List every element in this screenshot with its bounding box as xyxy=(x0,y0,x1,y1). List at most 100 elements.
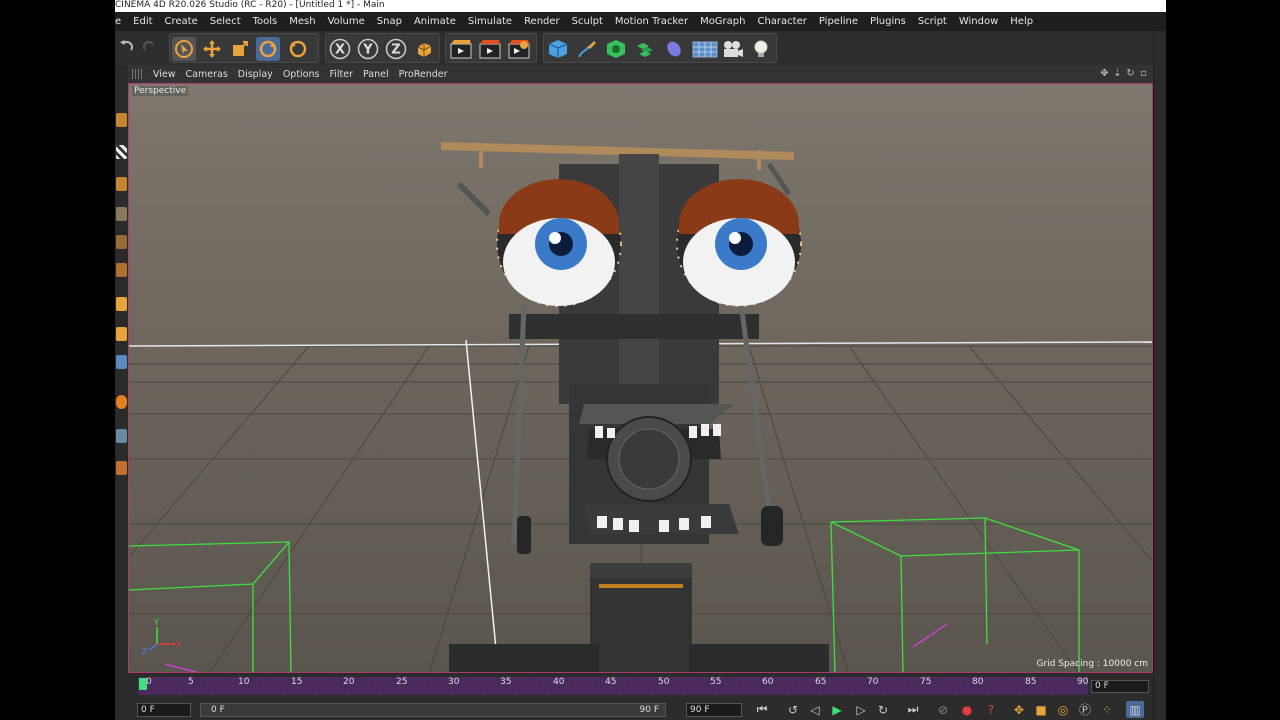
menu-item-file[interactable]: e xyxy=(115,12,127,31)
viewport-menu-panel[interactable]: Panel xyxy=(358,69,394,80)
axis-y-icon[interactable]: Y xyxy=(356,37,380,61)
menu-item-edit[interactable]: Edit xyxy=(127,12,158,31)
palette-icon-tweak[interactable] xyxy=(116,327,127,341)
render-view-icon[interactable] xyxy=(449,37,473,61)
subdivision-icon[interactable] xyxy=(604,37,628,61)
menu-item-sculpt[interactable]: Sculpt xyxy=(566,12,609,31)
palette-icon-texture[interactable] xyxy=(116,145,127,159)
redo-icon[interactable] xyxy=(137,34,161,58)
next-key-icon[interactable]: ↻ xyxy=(874,701,892,718)
menu-item-animate[interactable]: Animate xyxy=(408,12,462,31)
undo-icon[interactable] xyxy=(115,34,139,58)
timeline-tick-55: 55 xyxy=(710,677,722,687)
palette-icon-points[interactable] xyxy=(116,207,127,221)
menu-item-volume[interactable]: Volume xyxy=(322,12,371,31)
camera-icon[interactable] xyxy=(721,37,745,61)
palette-icon-snap[interactable] xyxy=(116,355,127,369)
menu-item-script[interactable]: Script xyxy=(912,12,953,31)
record-keys-icon[interactable]: ● xyxy=(958,701,976,718)
cube-icon[interactable] xyxy=(546,37,570,61)
timeline-layout-icon[interactable]: ▥ xyxy=(1126,701,1144,718)
next-frame-icon[interactable]: ▷ xyxy=(852,701,870,718)
palette-icon-axis[interactable] xyxy=(116,297,127,311)
viewport-menu-cameras[interactable]: Cameras xyxy=(181,69,233,80)
menu-item-window[interactable]: Window xyxy=(953,12,1004,31)
scale-icon[interactable] xyxy=(228,37,252,61)
palette-icon-planar[interactable] xyxy=(116,461,127,475)
frame-range-slider[interactable]: 0 F 90 F xyxy=(200,703,666,717)
left-tool-palette xyxy=(115,65,128,720)
play-icon[interactable]: ▶ xyxy=(828,701,846,718)
axis-x-icon[interactable]: X xyxy=(328,37,352,61)
viewport-menu-prorender[interactable]: ProRender xyxy=(394,69,453,80)
motion-record-icon[interactable]: ⊘ xyxy=(934,701,952,718)
viewport-zoom-icon[interactable]: ⇣ xyxy=(1112,68,1123,79)
key-parameter-icon[interactable]: Ⓟ xyxy=(1076,701,1094,718)
menu-item-render[interactable]: Render xyxy=(518,12,566,31)
viewport-menu-filter[interactable]: Filter xyxy=(324,69,358,80)
viewport-move-icon[interactable]: ✥ xyxy=(1099,68,1110,79)
rotate-alt-icon[interactable] xyxy=(286,37,310,61)
key-rotation-icon[interactable]: ◎ xyxy=(1054,701,1072,718)
palette-icon-solo[interactable] xyxy=(116,395,127,409)
viewport-maximize-icon[interactable]: ▫ xyxy=(1138,68,1149,79)
menu-item-mesh[interactable]: Mesh xyxy=(283,12,321,31)
menu-item-snap[interactable]: Snap xyxy=(371,12,408,31)
tool-group-axis: X Y Z xyxy=(325,33,440,63)
go-to-start-icon[interactable]: ⏮ xyxy=(753,701,771,718)
viewport-menu-view[interactable]: View xyxy=(148,69,181,80)
coordinate-system-icon[interactable] xyxy=(412,37,436,61)
palette-icon-workplane[interactable] xyxy=(116,177,127,191)
array-icon[interactable] xyxy=(633,37,657,61)
menu-item-tools[interactable]: Tools xyxy=(247,12,284,31)
viewport-rotate-icon[interactable]: ↻ xyxy=(1125,68,1136,79)
select-arrow-icon[interactable] xyxy=(172,37,196,61)
start-frame-field[interactable]: 0 F xyxy=(137,703,191,717)
menu-item-simulate[interactable]: Simulate xyxy=(462,12,518,31)
deformer-icon[interactable] xyxy=(662,37,686,61)
menu-item-select[interactable]: Select xyxy=(204,12,247,31)
green-bounding-box-right xyxy=(830,517,1080,672)
current-frame-field[interactable]: 0 F xyxy=(1091,680,1149,693)
menu-item-pipeline[interactable]: Pipeline xyxy=(813,12,864,31)
render-picture-queue-icon[interactable] xyxy=(478,37,502,61)
menu-item-character[interactable]: Character xyxy=(751,12,812,31)
move-icon[interactable] xyxy=(200,37,224,61)
timeline[interactable]: 0 5 10 15 20 25 30 35 40 45 50 55 60 65 … xyxy=(128,674,1153,698)
key-pla-icon[interactable]: ⁘ xyxy=(1098,701,1116,718)
rotate-icon[interactable] xyxy=(256,37,280,61)
viewport-grip-icon[interactable] xyxy=(132,69,142,79)
palette-icon-lock-workplane[interactable] xyxy=(116,429,127,443)
palette-icon-model[interactable] xyxy=(116,113,127,127)
timeline-tick-40: 40 xyxy=(553,677,565,687)
menu-item-create[interactable]: Create xyxy=(159,12,204,31)
menu-item-motion-tracker[interactable]: Motion Tracker xyxy=(609,12,694,31)
timeline-tick-60: 60 xyxy=(762,677,774,687)
light-icon[interactable] xyxy=(749,37,773,61)
viewport-menu-display[interactable]: Display xyxy=(233,69,278,80)
end-frame-field[interactable]: 90 F xyxy=(686,703,742,717)
palette-icon-edges[interactable] xyxy=(116,235,127,249)
right-eye xyxy=(676,179,802,307)
viewport-menu-options[interactable]: Options xyxy=(278,69,325,80)
viewport-camera-label[interactable]: Perspective xyxy=(132,86,189,96)
viewport-scene: Y X Z xyxy=(129,142,1152,672)
previous-frame-icon[interactable]: ◁ xyxy=(806,701,824,718)
menu-item-help[interactable]: Help xyxy=(1004,12,1039,31)
go-to-end-icon[interactable]: ⏭ xyxy=(904,701,922,718)
gizmo-x-label: X xyxy=(176,640,182,649)
previous-key-icon[interactable]: ↺ xyxy=(784,701,802,718)
animation-bottom-bar: 0 F 0 F 90 F 90 F ⏮ ↺ ◁ ▶ ▷ ↻ ⏭ ⊘ ● ? ✥ … xyxy=(128,698,1153,720)
pen-icon[interactable] xyxy=(575,37,599,61)
key-scale-icon[interactable]: ■ xyxy=(1032,701,1050,718)
menu-item-plugins[interactable]: Plugins xyxy=(864,12,912,31)
menu-item-mograph[interactable]: MoGraph xyxy=(694,12,751,31)
palette-icon-polygons[interactable] xyxy=(116,263,127,277)
render-settings-icon[interactable] xyxy=(507,37,531,61)
autokey-icon[interactable]: ? xyxy=(982,701,1000,718)
key-position-icon[interactable]: ✥ xyxy=(1010,701,1028,718)
axis-z-icon[interactable]: Z xyxy=(384,37,408,61)
title-bar: CINEMA 4D R20.026 Studio (RC - R20) - [U… xyxy=(115,0,1166,12)
floor-icon[interactable] xyxy=(691,37,719,61)
perspective-viewport[interactable]: Y X Z Perspective Grid Spacing : 10000 c… xyxy=(128,83,1153,673)
